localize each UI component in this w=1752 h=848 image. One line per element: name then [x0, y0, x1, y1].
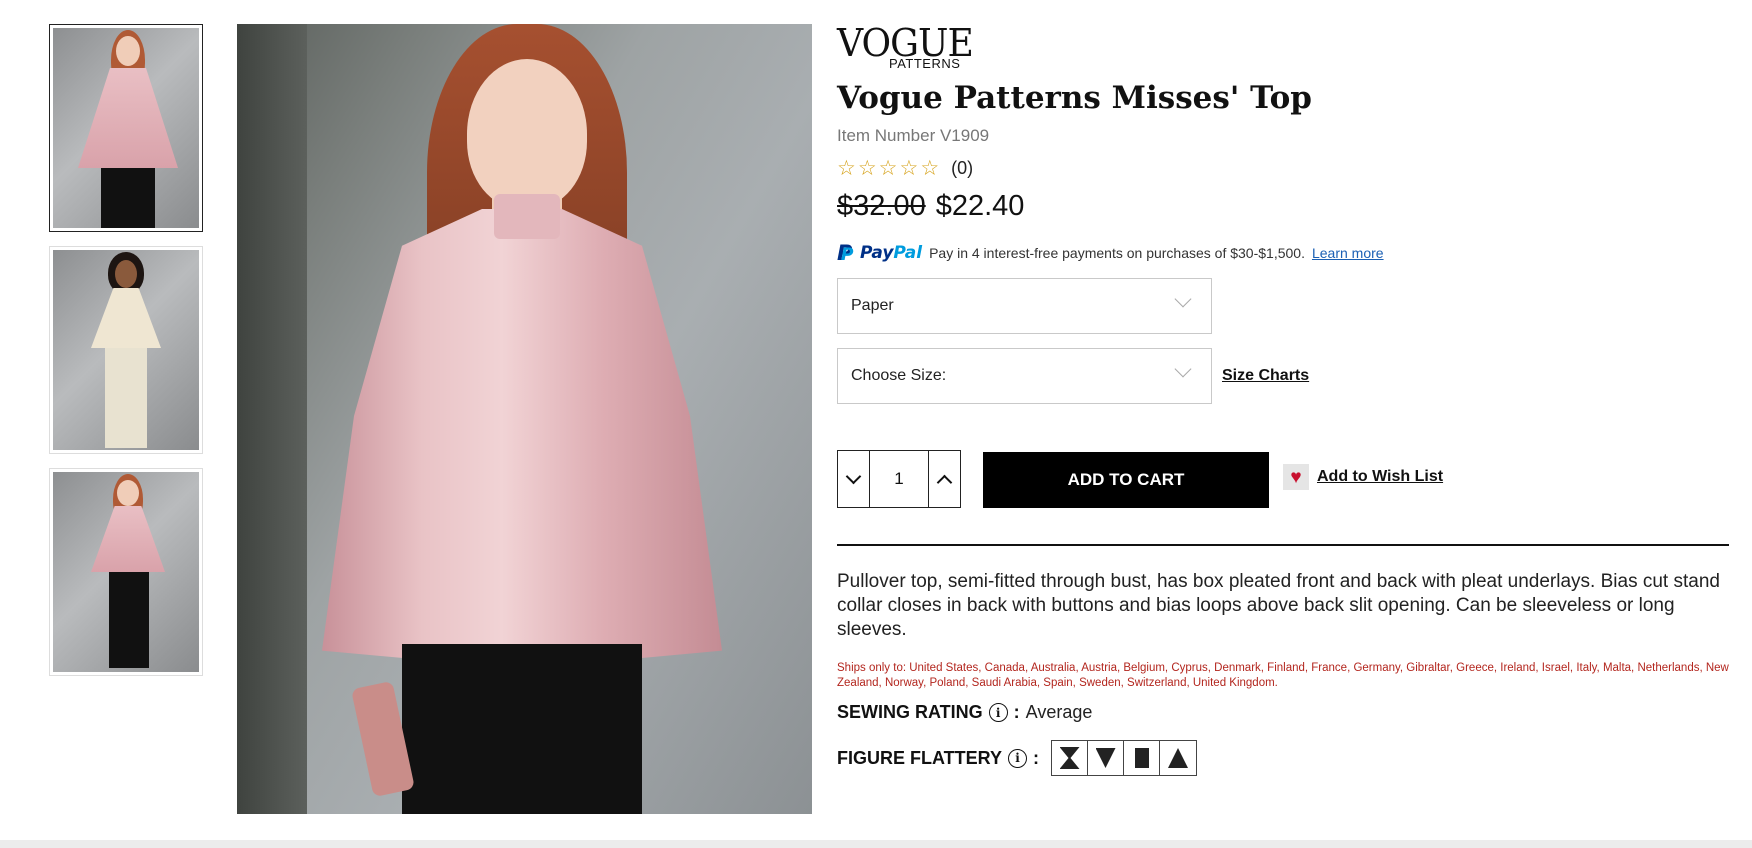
- divider: [837, 544, 1729, 546]
- size-charts-link[interactable]: Size Charts: [1222, 367, 1309, 385]
- info-icon[interactable]: i: [1008, 748, 1027, 768]
- thumbnail-image: [53, 250, 199, 450]
- hourglass-icon: [1052, 741, 1088, 775]
- price-original: $32.00: [837, 190, 926, 222]
- sewing-rating-value: Average: [1025, 702, 1093, 722]
- sewing-rating: SEWING RATING i : Average: [837, 702, 1092, 723]
- sewing-rating-label: SEWING RATING: [837, 702, 983, 722]
- quantity-stepper: 1: [837, 450, 961, 508]
- rating-count: (0): [951, 158, 974, 178]
- footer-strip: [0, 840, 1752, 848]
- thumbnail-1[interactable]: [49, 24, 203, 232]
- info-icon[interactable]: i: [988, 703, 1008, 722]
- add-to-cart-button[interactable]: ADD TO CART: [983, 452, 1269, 508]
- paypal-icon: PP: [837, 241, 854, 265]
- star-outline-icon: ☆: [837, 157, 856, 180]
- product-rating[interactable]: ☆ ☆ ☆ ☆ ☆ (0): [837, 158, 973, 179]
- paypal-wordmark: PayPal: [860, 243, 923, 263]
- figure-flattery: FIGURE FLATTERY i :: [837, 740, 1197, 776]
- separator: :: [1013, 702, 1020, 722]
- thumbnail-image: [53, 28, 199, 228]
- star-outline-icon: ☆: [857, 157, 877, 180]
- star-outline-icon: ☆: [899, 157, 919, 180]
- thumbnail-3[interactable]: [49, 468, 203, 676]
- price: $32.00 $22.40: [837, 190, 1024, 223]
- size-select[interactable]: Choose Size:: [837, 348, 1212, 404]
- wishlist-label: Add to Wish List: [1317, 468, 1444, 485]
- add-to-wishlist-button[interactable]: ♥ Add to Wish List: [1283, 464, 1443, 490]
- quantity-decrease-button[interactable]: [838, 451, 870, 507]
- rating-stars: ☆ ☆ ☆ ☆ ☆: [837, 158, 939, 179]
- brand-logo[interactable]: VOGUE PATTERNS: [837, 24, 980, 71]
- size-select-value: Choose Size:: [851, 367, 947, 384]
- figure-shapes: [1051, 740, 1197, 776]
- paypal-learn-more-link[interactable]: Learn more: [1312, 245, 1384, 261]
- quantity-input[interactable]: 1: [870, 451, 928, 507]
- shipping-info: Ships only to: United States, Canada, Au…: [837, 662, 1729, 689]
- product-description: Pullover top, semi-fitted through bust, …: [837, 571, 1720, 640]
- format-select[interactable]: Paper: [837, 278, 1212, 334]
- chevron-down-icon: [845, 468, 862, 485]
- thumbnail-2[interactable]: [49, 246, 203, 454]
- chevron-up-icon: [936, 474, 953, 490]
- figure-flattery-label: FIGURE FLATTERY: [837, 747, 1002, 768]
- main-product-image[interactable]: [237, 24, 812, 814]
- quantity-increase-button[interactable]: [928, 451, 960, 507]
- star-outline-icon: ☆: [920, 157, 940, 180]
- brand-sub: PATTERNS: [889, 56, 961, 71]
- chevron-down-icon: [1174, 360, 1192, 378]
- separator: :: [1033, 747, 1039, 768]
- thumbnail-image: [53, 472, 199, 672]
- chevron-down-icon: [1174, 290, 1192, 308]
- price-sale: $22.40: [935, 190, 1025, 222]
- paypal-message: PP PayPal Pay in 4 interest-free payment…: [837, 241, 1384, 265]
- format-select-value: Paper: [851, 297, 894, 314]
- triangle-icon: [1160, 741, 1196, 775]
- product-title: Vogue Patterns Misses' Top: [837, 80, 1312, 116]
- item-number: Item Number V1909: [837, 126, 990, 145]
- inverted-triangle-icon: [1088, 741, 1124, 775]
- paypal-text: Pay in 4 interest-free payments on purch…: [929, 245, 1305, 261]
- heart-icon: ♥: [1283, 464, 1309, 490]
- rectangle-icon: [1124, 741, 1160, 775]
- star-outline-icon: ☆: [878, 157, 898, 180]
